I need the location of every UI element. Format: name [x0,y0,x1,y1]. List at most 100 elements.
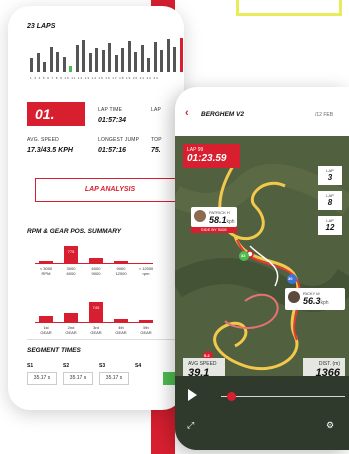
lap-time-chip: LAP 99 01:23.59 [183,144,240,168]
rpm-bar[interactable]: 775 [64,246,78,263]
lap-bar[interactable] [69,65,72,72]
lap-card-label: LAP [326,218,334,223]
lap-bar[interactable] [49,46,53,72]
lap-bar[interactable] [121,47,124,72]
segment-name: S4 [135,363,142,369]
lap-card-3[interactable]: LAP 12 [318,216,342,235]
lap-bar[interactable] [88,53,92,72]
segment-name: S2 [63,363,70,369]
lap-bar[interactable] [95,48,98,72]
lap-bar[interactable] [36,53,40,72]
lap-bar[interactable] [56,51,59,72]
lap-time: 01:23.59 [187,153,227,164]
track-title: BERGHEM V2 [201,111,244,118]
laps-title: 23 LAPS [27,23,56,30]
top-label: TOP [151,137,162,143]
segment-time[interactable]: 35.17 s [63,372,93,385]
segment-section-title: SEGMENT TIMES [27,347,81,354]
segment-s4-indicator [163,372,175,385]
rider-speed: 58.1kph [209,215,235,225]
gear-baseline [35,322,153,323]
laps-bar-axis: 1 3 4 5 6 7 8 9 10 11 12 13 14 15 16 17 … [30,76,159,80]
rpm-label: 6000 9000 [91,266,101,276]
lap-number-badge: 01. [27,102,85,126]
lap-bar[interactable] [134,51,137,72]
rider-speed-value: 56.3 [303,296,321,306]
rider-speed-unit: kph [226,219,235,225]
rpm-bar[interactable] [39,260,53,264]
rpm-bar[interactable] [89,257,103,263]
lap-analysis-button[interactable]: LAP ANALYSIS [35,178,184,202]
segment-time[interactable]: 35.17 s [99,372,129,385]
lap-card-2[interactable]: LAP 8 [318,191,342,210]
lap-time-value: 01:57:34 [98,117,127,124]
lap-bar[interactable] [127,41,131,72]
laps-bar-chart [30,36,184,72]
lap-bar[interactable] [173,46,176,72]
playback-scrubber[interactable] [221,396,345,397]
gear-label: 5th GEAR [140,325,152,335]
rider-speed: 56.3kph [303,296,329,306]
left-phone: 23 LAPS 1 3 4 5 6 7 8 9 10 11 12 13 14 1… [8,6,184,410]
rider-card-patrick[interactable]: PATRICK H 58.1kph [191,207,237,227]
side-by-side-badge[interactable]: SIDE BY SIDE [191,227,237,233]
lap-bar[interactable] [179,38,183,72]
decor-yellow-frame [236,0,342,16]
play-icon[interactable] [188,389,197,401]
lap-bar[interactable] [147,58,150,72]
avatar [288,291,300,303]
lap-bar[interactable] [62,56,66,72]
lap-col3-label: LAP [151,107,162,113]
avatar [194,210,206,222]
gear-bar[interactable] [64,313,78,322]
rpm-label: 9000 12000 [115,266,127,276]
rpm-bar[interactable] [114,260,128,264]
lap-card-label: LAP [326,193,334,198]
lap-bar[interactable] [153,42,157,72]
lap-bar[interactable] [140,45,144,72]
longest-jump-label: LONGEST JUMP [98,137,140,143]
rpm-label: < 3000 RPM [39,266,53,276]
track-date: /12 FEB [315,112,334,118]
lap-bar[interactable] [108,43,111,72]
fullscreen-icon[interactable]: ⤢ [187,420,194,431]
marker-30: 30 [288,276,293,281]
lap-bar[interactable] [82,39,85,72]
rider-speed-value: 58.1 [209,215,227,225]
gear-bar[interactable] [114,319,128,322]
rider-card-ricky[interactable]: RICKY M 56.3kph [285,288,345,310]
gear-label: 2nd GEAR [65,325,77,335]
segment-name: S3 [99,363,106,369]
rpm-label: 3000 6000 [66,266,76,276]
lap-card-label: LAP [326,168,334,173]
gear-bar[interactable] [139,320,153,323]
gear-label: 3rd GEAR [90,325,102,335]
lap-bar[interactable] [160,49,163,72]
gear-label: 4th GEAR [115,325,127,335]
lap-bar[interactable] [101,49,105,72]
lap-card-1[interactable]: LAP 3 [318,166,342,185]
lap-time-label: LAP TIME [98,107,123,113]
divider [27,339,184,340]
lap-bar[interactable] [114,55,118,72]
gear-bar[interactable]: 745 [89,302,103,322]
gear-bar[interactable] [39,316,53,322]
gear-label: 1st GEAR [40,325,52,335]
right-phone: ‹ BERGHEM V2 /12 FEB LAP 99 01:23.59 LAP… [175,87,349,450]
segment-time[interactable]: 35.17 s [27,372,57,385]
playback-bar [175,376,349,450]
back-chevron-icon[interactable]: ‹ [185,107,189,119]
lap-bar[interactable] [30,58,33,72]
lap-bar[interactable] [166,39,170,72]
rpm-label: > 12000 rpm [138,266,154,276]
top-value: 75. [151,147,161,154]
stage: 23 LAPS 1 3 4 5 6 7 8 9 10 11 12 13 14 1… [0,0,349,454]
lap-bar[interactable] [75,44,79,72]
lap-bar[interactable] [43,61,46,72]
avg-speed-label: AVG. SPEED [27,137,59,143]
segment-name: S1 [27,363,34,369]
avg-speed-value: 17.3/43.5 KPH [27,147,73,154]
longest-jump-value: 01:57:16 [98,147,127,154]
rider-speed-unit: kph [320,300,329,306]
settings-gear-icon[interactable]: ⚙ [326,420,334,431]
